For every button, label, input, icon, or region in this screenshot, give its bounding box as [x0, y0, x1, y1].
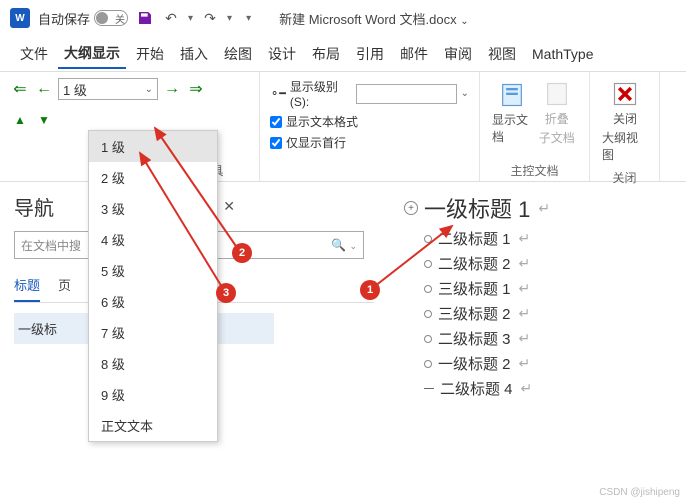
undo-icon[interactable]: ↶: [162, 9, 180, 27]
dropdown-option[interactable]: 8 级: [89, 348, 217, 379]
menu-设计[interactable]: 设计: [262, 40, 302, 68]
annotation-1: 1: [360, 280, 380, 300]
first-line-only-checkbox[interactable]: [270, 137, 282, 149]
annotation-2: 2: [232, 243, 252, 263]
demote-to-body-icon[interactable]: ⇒: [186, 79, 206, 99]
dropdown-option[interactable]: 7 级: [89, 317, 217, 348]
doc-outline-item[interactable]: 三级标题 2↵: [424, 303, 672, 324]
doc-outline-item[interactable]: 二级标题 3↵: [424, 328, 672, 349]
save-icon[interactable]: [136, 9, 154, 27]
dropdown-option[interactable]: 3 级: [89, 193, 217, 224]
doc-heading-1[interactable]: + 一级标题 1↵: [404, 192, 672, 224]
dropdown-option[interactable]: 1 级: [89, 131, 217, 162]
collapse-subdoc-button: 折叠子文档: [535, 78, 580, 148]
autosave-toggle[interactable]: 自动保存 关: [38, 9, 128, 28]
nav-close-icon[interactable]: ✕: [223, 198, 235, 215]
demote-icon[interactable]: →: [162, 79, 182, 99]
document-title: 新建 Microsoft Word 文档.docx ⌄: [279, 9, 468, 28]
menu-邮件[interactable]: 邮件: [394, 40, 434, 68]
menu-绘图[interactable]: 绘图: [218, 40, 258, 68]
redo-icon[interactable]: ↷: [201, 9, 219, 27]
menu-布局[interactable]: 布局: [306, 40, 346, 68]
nav-pane-title: 导航: [14, 192, 54, 221]
annotation-3: 3: [216, 283, 236, 303]
dropdown-option[interactable]: 2 级: [89, 162, 217, 193]
close-outline-view-button[interactable]: 关闭大纲视图: [600, 78, 650, 165]
promote-to-heading1-icon[interactable]: ⇐: [10, 79, 30, 99]
bullet-icon: [424, 260, 432, 268]
menu-视图[interactable]: 视图: [482, 40, 522, 68]
promote-icon[interactable]: ←: [34, 79, 54, 99]
bullet-icon: [424, 388, 434, 389]
move-up-icon[interactable]: ▲: [10, 110, 30, 130]
bullet-icon: [424, 285, 432, 293]
bullet-icon: [424, 335, 432, 343]
menu-引用[interactable]: 引用: [350, 40, 390, 68]
show-text-format-checkbox[interactable]: [270, 116, 282, 128]
doc-outline-item[interactable]: 一级标题 2↵: [424, 353, 672, 374]
doc-outline-item[interactable]: 三级标题 1↵: [424, 278, 672, 299]
dropdown-option[interactable]: 正文文本: [89, 410, 217, 441]
ribbon-group-master-label: 主控文档: [490, 158, 579, 179]
bullet-icon: [424, 310, 432, 318]
expand-collapse-icon[interactable]: +: [404, 201, 418, 215]
nav-tab-标题[interactable]: 标题: [14, 269, 40, 302]
doc-outline-item[interactable]: 二级标题 4↵: [424, 378, 672, 399]
bullet-icon: [424, 235, 432, 243]
menu-插入[interactable]: 插入: [174, 40, 214, 68]
doc-outline-item[interactable]: 二级标题 2↵: [424, 253, 672, 274]
doc-outline-item[interactable]: 二级标题 1↵: [424, 228, 672, 249]
move-down-icon[interactable]: ▼: [34, 110, 54, 130]
show-level-label: 显示级别(S):: [290, 78, 352, 109]
outline-level-dropdown[interactable]: 1 级2 级3 级4 级5 级6 级7 级8 级9 级正文文本: [88, 130, 218, 442]
outline-level-combo[interactable]: 1 级⌄: [58, 78, 158, 100]
dropdown-option[interactable]: 9 级: [89, 379, 217, 410]
menu-大纲显示[interactable]: 大纲显示: [58, 39, 126, 69]
dropdown-option[interactable]: 6 级: [89, 286, 217, 317]
bullet-icon: [424, 360, 432, 368]
dropdown-option[interactable]: 5 级: [89, 255, 217, 286]
show-level-input[interactable]: [356, 84, 457, 104]
menu-审阅[interactable]: 审阅: [438, 40, 478, 68]
dropdown-option[interactable]: 4 级: [89, 224, 217, 255]
menu-文件[interactable]: 文件: [14, 40, 54, 68]
word-app-icon: W: [10, 8, 30, 28]
menu-MathType[interactable]: MathType: [526, 42, 599, 66]
menu-开始[interactable]: 开始: [130, 40, 170, 68]
show-document-button[interactable]: 显示文档: [490, 78, 535, 148]
qat-overflow-icon[interactable]: ▾: [246, 13, 251, 24]
watermark: CSDN @jishipeng: [599, 487, 680, 498]
nav-tab-页[interactable]: 页: [58, 269, 71, 302]
